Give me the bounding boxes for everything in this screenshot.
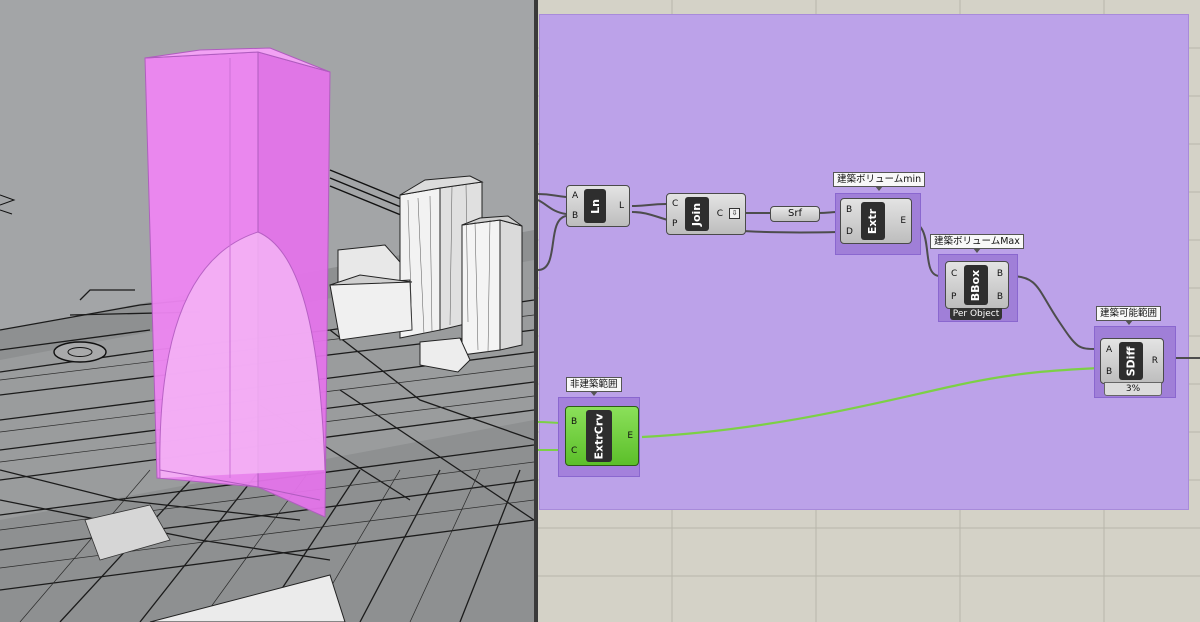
line-input-b[interactable]: B <box>572 211 578 221</box>
building-volume <box>144 47 331 518</box>
bbox-component[interactable]: C P BBox B B <box>945 261 1009 309</box>
extrcrv-component-name: ExtrCrv <box>592 413 606 459</box>
extrcrv-output-e[interactable]: E <box>627 431 633 441</box>
bbox-input-c[interactable]: C <box>951 269 957 279</box>
line-output-l[interactable]: L <box>619 201 624 211</box>
extrude-component[interactable]: B D Extr E <box>840 198 912 244</box>
group-label-max: 建築ボリュームMax <box>930 234 1024 253</box>
sdiff-progress-label: 3% <box>1104 382 1162 396</box>
viewport-scene <box>0 47 534 622</box>
sdiff-input-b[interactable]: B <box>1106 367 1112 377</box>
flatten-icon[interactable]: ⇩ <box>729 208 740 219</box>
extrude-output-e[interactable]: E <box>900 216 906 226</box>
extrcrv-input-c[interactable]: C <box>571 446 577 456</box>
group-label-min: 建築ボリュームmin <box>833 172 926 191</box>
extrude-input-b[interactable]: B <box>846 205 853 215</box>
surface-param[interactable]: Srf <box>770 206 820 222</box>
roundabout <box>53 341 107 363</box>
join-output-c[interactable]: C <box>717 209 723 219</box>
extrcrv-input-b[interactable]: B <box>571 417 577 427</box>
sdiff-component-name: SDiff <box>1124 346 1138 376</box>
rhino-viewport[interactable] <box>0 0 534 622</box>
sdiff-input-a[interactable]: A <box>1106 345 1112 355</box>
group-label-range: 建築可能範囲 <box>1096 306 1162 325</box>
join-component-name: Join <box>690 202 704 226</box>
sdiff-component[interactable]: A B SDiff R <box>1100 338 1164 384</box>
extrude-component-name: Extr <box>866 208 880 234</box>
line-component[interactable]: A B Ln L <box>566 185 630 227</box>
bbox-component-name: BBox <box>969 269 983 301</box>
extrude-input-d[interactable]: D <box>846 227 853 237</box>
grasshopper-canvas[interactable]: A B Ln L C P Join C ⇩ Srf 建築ボリュームmin B D… <box>538 0 1200 622</box>
surface-param-name: Srf <box>788 208 802 219</box>
bbox-input-p[interactable]: P <box>951 292 957 302</box>
join-component[interactable]: C P Join C ⇩ <box>666 193 746 235</box>
extrcrv-component[interactable]: B C ExtrCrv E <box>565 406 639 466</box>
join-input-p[interactable]: P <box>672 219 678 229</box>
sdiff-output-r[interactable]: R <box>1152 356 1158 366</box>
bbox-per-object-tag[interactable]: Per Object <box>950 308 1002 320</box>
line-component-name: Ln <box>588 198 602 214</box>
join-input-c[interactable]: C <box>672 199 678 209</box>
bbox-output-b2[interactable]: B <box>997 292 1003 302</box>
line-input-a[interactable]: A <box>572 191 578 201</box>
bbox-output-b1[interactable]: B <box>997 269 1003 279</box>
group-label-nonbuild: 非建築範囲 <box>566 377 622 396</box>
